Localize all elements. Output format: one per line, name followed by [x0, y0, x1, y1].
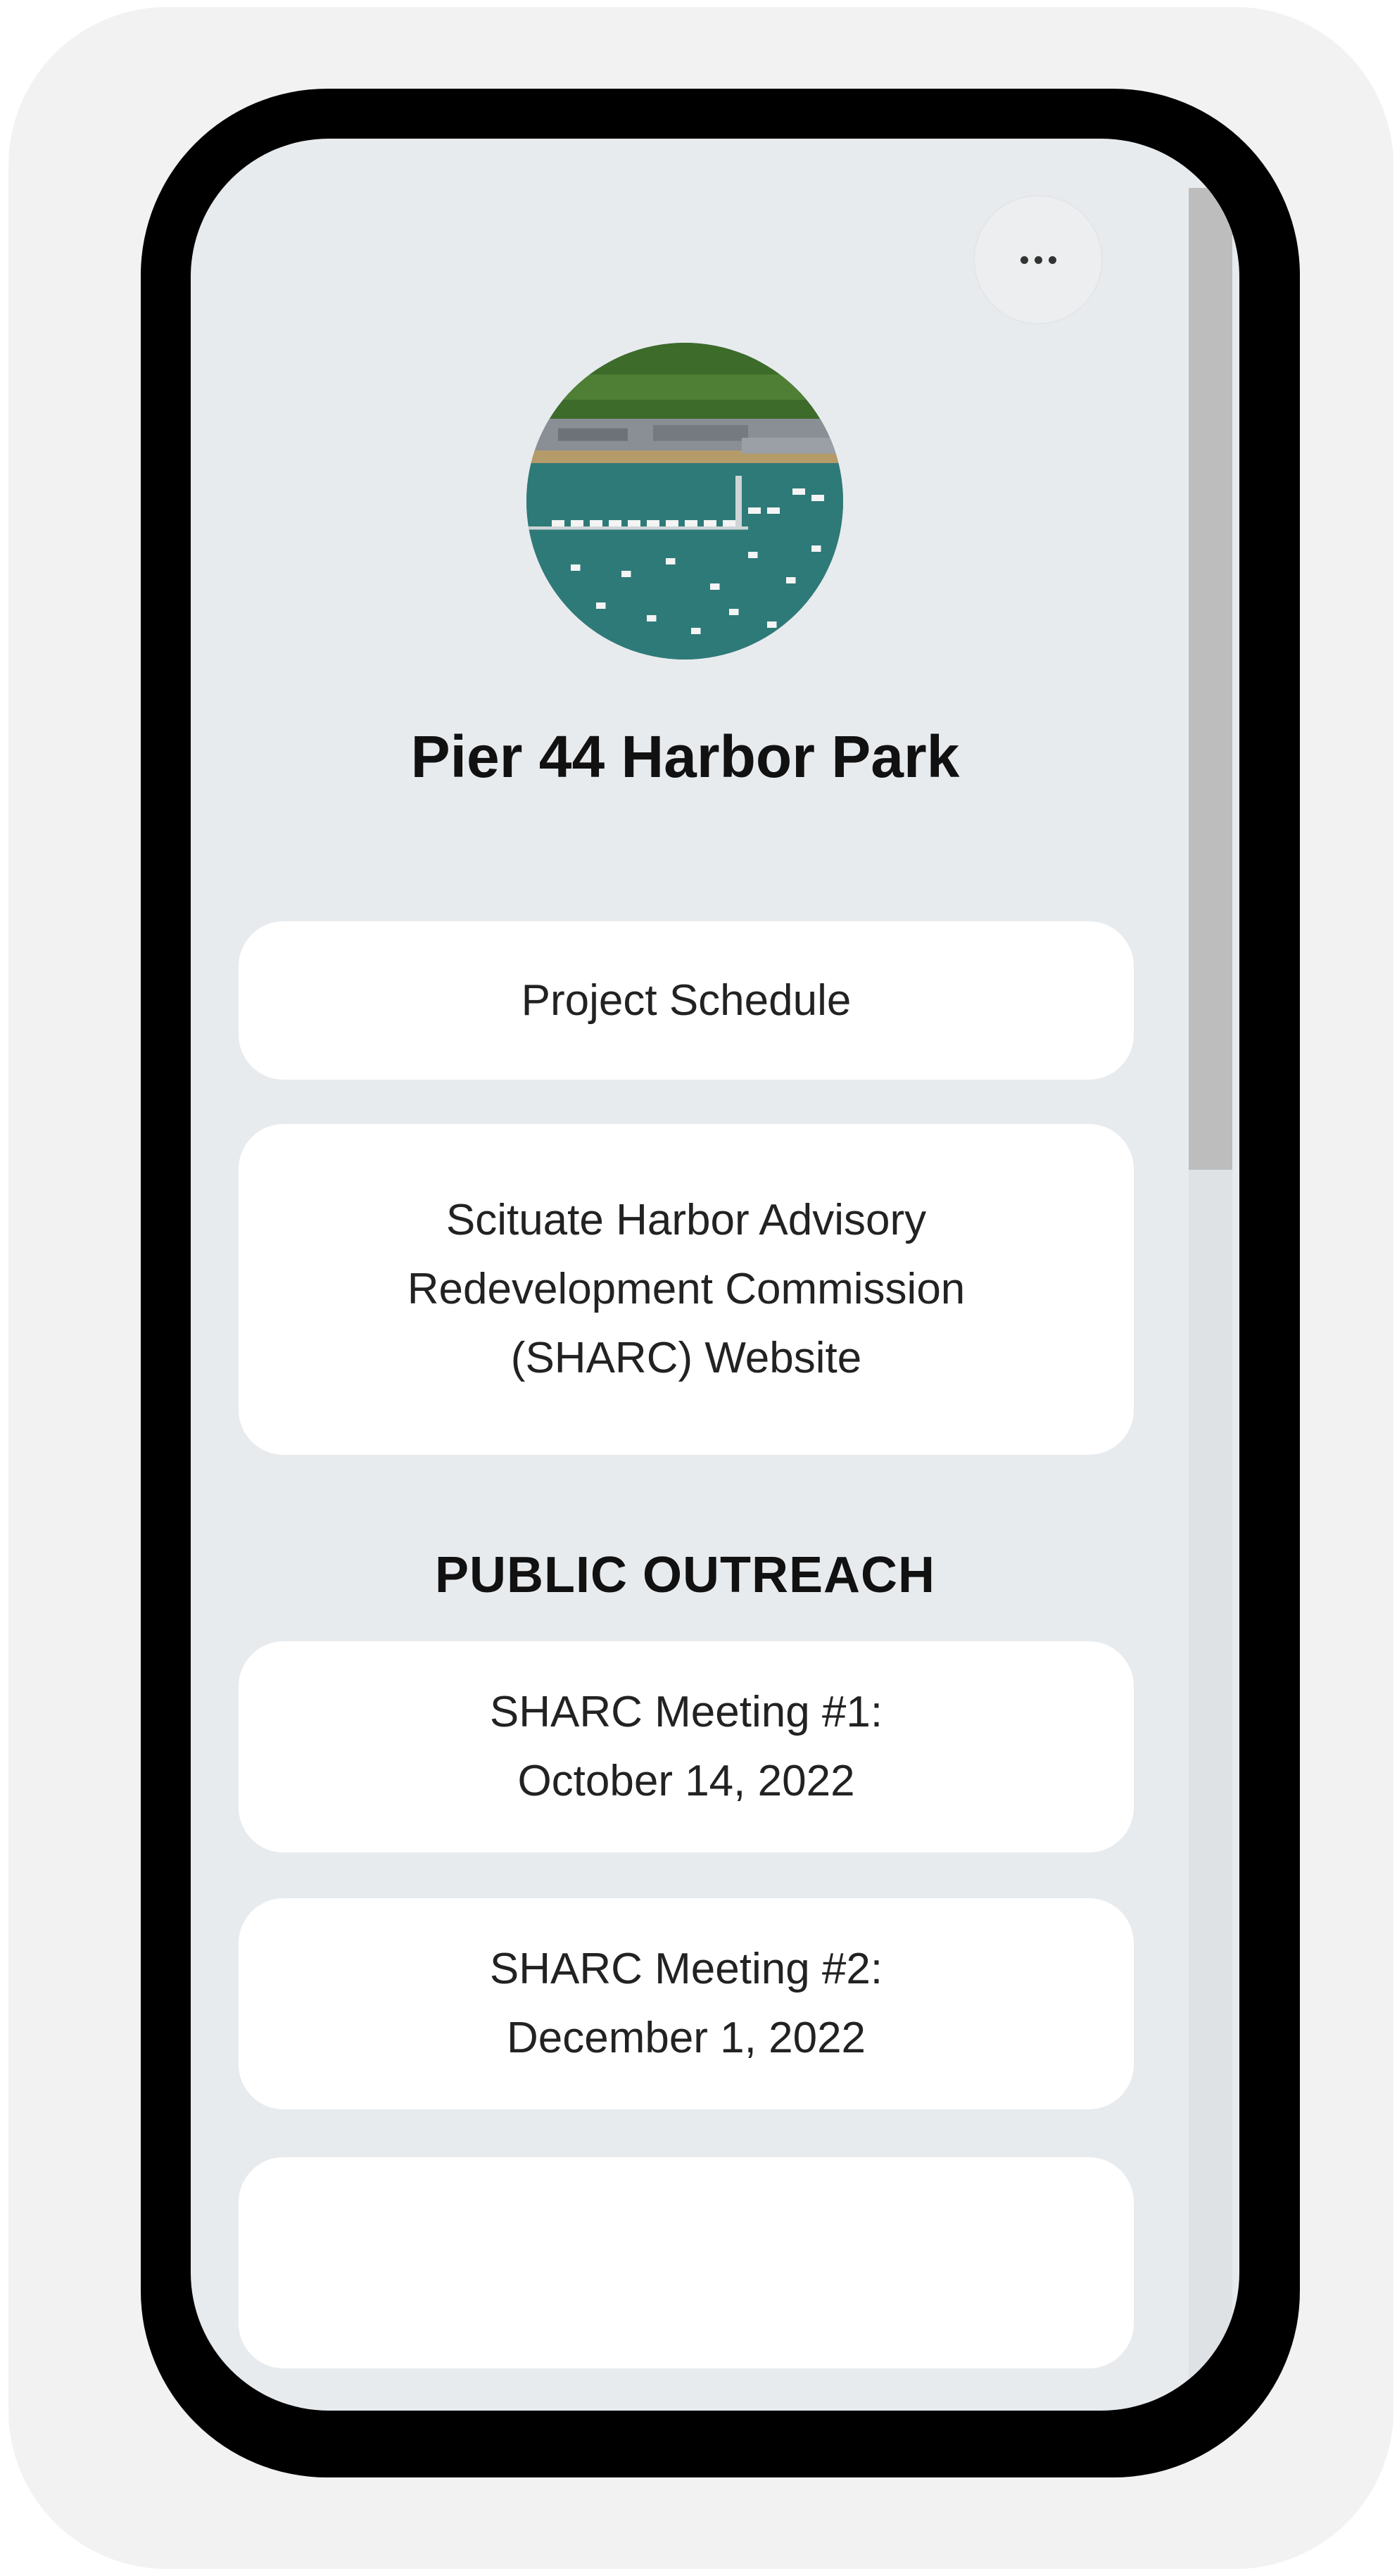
section-heading-public-outreach: PUBLIC OUTREACH	[435, 1547, 935, 1603]
link-label-line2: October 14, 2022	[517, 1757, 855, 1805]
scrollbar[interactable]	[1189, 188, 1232, 2411]
link-sharc-meeting-2[interactable]: SHARC Meeting #2: December 1, 2022	[239, 1898, 1134, 2109]
more-options-button[interactable]	[975, 196, 1101, 323]
scrollbar-thumb[interactable]	[1189, 188, 1232, 1170]
ellipsis-icon	[1020, 255, 1056, 264]
link-label-line2: December 1, 2022	[506, 2014, 866, 2062]
link-label-line1: SHARC Meeting #1:	[489, 1688, 883, 1736]
avatar	[526, 343, 843, 659]
link-sharc-website[interactable]: Scituate Harbor Advisory Redevelopment C…	[239, 1124, 1134, 1455]
link-next-item-partial[interactable]	[239, 2157, 1134, 2368]
link-label: Project Schedule	[521, 976, 852, 1025]
link-label-line1: SHARC Meeting #2:	[489, 1945, 883, 1993]
harbor-aerial-photo-icon	[526, 343, 843, 659]
page-title: Pier 44 Harbor Park	[410, 724, 960, 790]
link-project-schedule[interactable]: Project Schedule	[239, 921, 1134, 1080]
link-label: Scituate Harbor Advisory Redevelopment C…	[407, 1196, 966, 1382]
phone-screen: Pier 44 Harbor Park Project Schedule Sci…	[191, 139, 1239, 2411]
link-sharc-meeting-1[interactable]: SHARC Meeting #1: October 14, 2022	[239, 1641, 1134, 1852]
